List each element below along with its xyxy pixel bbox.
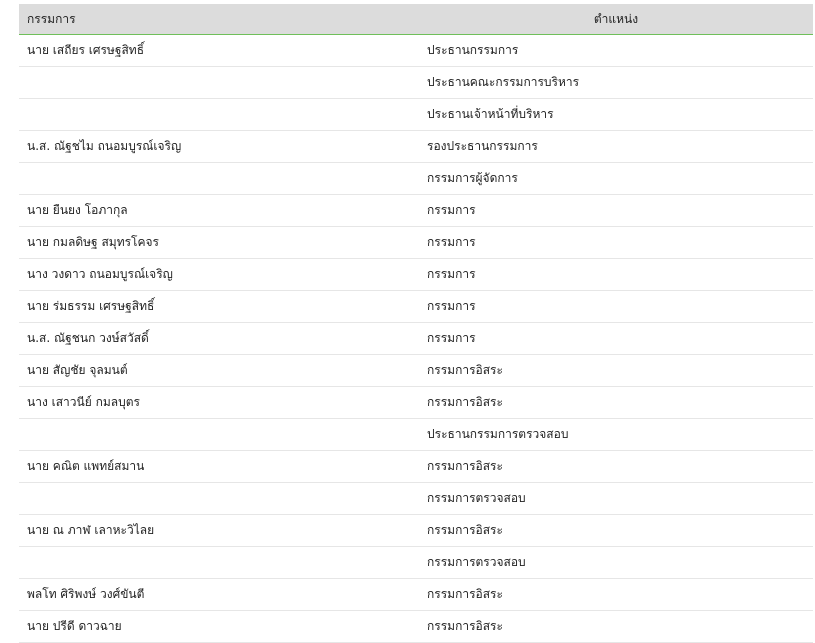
table-row: ประธานกรรมการตรวจสอบ <box>19 418 813 451</box>
director-name-cell <box>19 482 419 515</box>
table-row: นาย ยืนยง โอภากุล กรรมการ <box>19 194 813 227</box>
position-cell: กรรมการ <box>419 290 813 323</box>
position-cell: กรรมการ <box>419 322 813 355</box>
position-cell: รองประธานกรรมการ <box>419 130 813 163</box>
director-name-cell <box>19 162 419 195</box>
position-cell: กรรมการ <box>419 226 813 259</box>
table-row: กรรมการผู้จัดการ <box>19 162 813 195</box>
director-name-cell: นาย ณ ภาฬ เลาหะวิไลย <box>19 514 419 547</box>
table-row: นาย ร่มธรรม เศรษฐสิทธิ์ กรรมการ <box>19 290 813 323</box>
table-row: น.ส. ณัฐชไม ถนอมบูรณ์เจริญ รองประธานกรรมก… <box>19 130 813 163</box>
position-cell: กรรมการอิสระ <box>419 610 813 643</box>
director-name-cell <box>19 418 419 451</box>
director-name-cell: นาง เสาวนีย์ กมลบุตร <box>19 386 419 419</box>
director-name-cell: นาย กมลดิษฐ สมุทรโคจร <box>19 226 419 259</box>
column-header-director: กรรมการ <box>19 4 419 35</box>
director-name-cell: นาย คณิต แพทย์สมาน <box>19 450 419 483</box>
position-cell: กรรมการผู้จัดการ <box>419 162 813 195</box>
table-row: กรรมการตรวจสอบ <box>19 482 813 515</box>
director-name-cell: น.ส. ณัฐชนก วงษ์สวัสดิ์ <box>19 322 419 355</box>
table-row: กรรมการตรวจสอบ <box>19 546 813 579</box>
table-row: นาย คณิต แพทย์สมาน กรรมการอิสระ <box>19 450 813 483</box>
position-cell: กรรมการตรวจสอบ <box>419 482 813 515</box>
table-header-row: กรรมการ ตำแหน่ง <box>19 4 813 35</box>
position-cell: ประธานคณะกรรมการบริหาร <box>419 66 813 99</box>
table-row: นาย สัญชัย จุลมนต์ กรรมการอิสระ <box>19 354 813 387</box>
board-of-directors-table-container: กรรมการ ตำแหน่ง นาย เสถียร เศรษฐสิทธิ์ ปร… <box>19 4 813 643</box>
table-row: นาง วงดาว ถนอมบูรณ์เจริญ กรรมการ <box>19 258 813 291</box>
director-name-cell <box>19 66 419 99</box>
board-of-directors-table: กรรมการ ตำแหน่ง นาย เสถียร เศรษฐสิทธิ์ ปร… <box>19 4 813 643</box>
position-cell: กรรมการอิสระ <box>419 386 813 419</box>
director-name-cell: นาง วงดาว ถนอมบูรณ์เจริญ <box>19 258 419 291</box>
table-row: นาย เสถียร เศรษฐสิทธิ์ ประธานกรรมการ <box>19 34 813 67</box>
table-row: ประธานคณะกรรมการบริหาร <box>19 66 813 99</box>
table-row: นาง เสาวนีย์ กมลบุตร กรรมการอิสระ <box>19 386 813 419</box>
position-cell: กรรมการ <box>419 258 813 291</box>
table-row: พลโท ศิริพงษ์ วงศ์ขันตี กรรมการอิสระ <box>19 578 813 611</box>
director-name-cell: นาย เสถียร เศรษฐสิทธิ์ <box>19 34 419 67</box>
position-cell: กรรมการอิสระ <box>419 354 813 387</box>
table-header: กรรมการ ตำแหน่ง <box>19 4 813 35</box>
table-row: น.ส. ณัฐชนก วงษ์สวัสดิ์ กรรมการ <box>19 322 813 355</box>
director-name-cell: นาย สัญชัย จุลมนต์ <box>19 354 419 387</box>
table-row: ประธานเจ้าหน้าที่บริหาร <box>19 98 813 131</box>
position-cell: ประธานกรรมการตรวจสอบ <box>419 418 813 451</box>
position-cell: ประธานเจ้าหน้าที่บริหาร <box>419 98 813 131</box>
director-name-cell: น.ส. ณัฐชไม ถนอมบูรณ์เจริญ <box>19 130 419 163</box>
director-name-cell <box>19 98 419 131</box>
column-header-position: ตำแหน่ง <box>419 4 813 35</box>
position-cell: ประธานกรรมการ <box>419 34 813 67</box>
table-row: นาย ปรีดี ดาวฉาย กรรมการอิสระ <box>19 610 813 643</box>
director-name-cell <box>19 546 419 579</box>
director-name-cell: นาย ยืนยง โอภากุล <box>19 194 419 227</box>
table-body: นาย เสถียร เศรษฐสิทธิ์ ประธานกรรมการ ประธา… <box>19 34 813 643</box>
position-cell: กรรมการ <box>419 194 813 227</box>
position-cell: กรรมการอิสระ <box>419 514 813 547</box>
position-cell: กรรมการตรวจสอบ <box>419 546 813 579</box>
table-row: นาย ณ ภาฬ เลาหะวิไลย กรรมการอิสระ <box>19 514 813 547</box>
position-cell: กรรมการอิสระ <box>419 450 813 483</box>
director-name-cell: พลโท ศิริพงษ์ วงศ์ขันตี <box>19 578 419 611</box>
director-name-cell: นาย ร่มธรรม เศรษฐสิทธิ์ <box>19 290 419 323</box>
position-cell: กรรมการอิสระ <box>419 578 813 611</box>
director-name-cell: นาย ปรีดี ดาวฉาย <box>19 610 419 643</box>
table-row: นาย กมลดิษฐ สมุทรโคจร กรรมการ <box>19 226 813 259</box>
